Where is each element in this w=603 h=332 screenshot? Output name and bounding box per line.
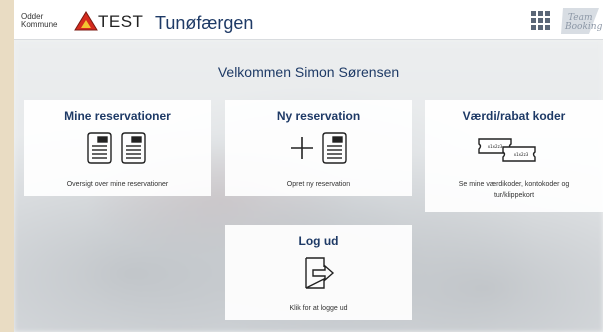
card-description: Opret ny reservation <box>286 181 351 188</box>
teambooking-logo: Team Booking <box>561 8 603 34</box>
card-description: Se mine værdikoder, kontokoder og tur/kl… <box>458 181 570 199</box>
card-title: Mine reservationer <box>64 109 171 123</box>
card-title: Ny reservation <box>276 109 361 123</box>
card-log-ud[interactable]: Log ud Klik for at logge ud <box>225 225 412 320</box>
welcome-text: Velkommen Simon Sørensen <box>217 64 400 80</box>
coupon-code-text-1: x1x2z3 <box>488 144 503 149</box>
environment-label: TEST <box>98 12 144 31</box>
card-vaerdi-rabat-koder[interactable]: Værdi/rabat koder x1x2z3 x1x2z3 Se mine … <box>425 100 603 212</box>
plus-ticket-icon <box>291 132 347 164</box>
header-bar: Odder Kommune TEST Tunøfærgen Team Booki… <box>14 0 603 40</box>
card-title: Log ud <box>298 234 339 248</box>
card-title: Værdi/rabat koder <box>462 109 566 123</box>
kommune-shield-icon <box>74 11 98 31</box>
coupon-code-text-2: x1x2z3 <box>514 152 529 157</box>
card-description: Oversigt over mine reservationer <box>66 181 169 188</box>
brand-line2: Booking <box>564 22 603 32</box>
kommune-logo-text: Odder Kommune <box>21 12 58 29</box>
app-window: Odder Kommune TEST Tunøfærgen Team Booki… <box>14 0 603 332</box>
logout-icon <box>305 257 335 289</box>
card-description: Klik for at logge ud <box>289 305 348 312</box>
app-title: Tunøfærgen <box>155 13 254 33</box>
tickets-icon <box>87 132 146 164</box>
grid-menu-icon[interactable] <box>531 11 551 31</box>
card-ny-reservation[interactable]: Ny reservation Opret ny reservation <box>225 100 412 196</box>
card-mine-reservationer[interactable]: Mine reservationer Oversigt over mine re… <box>24 100 211 196</box>
coupons-icon: x1x2z3 x1x2z3 <box>478 138 536 162</box>
